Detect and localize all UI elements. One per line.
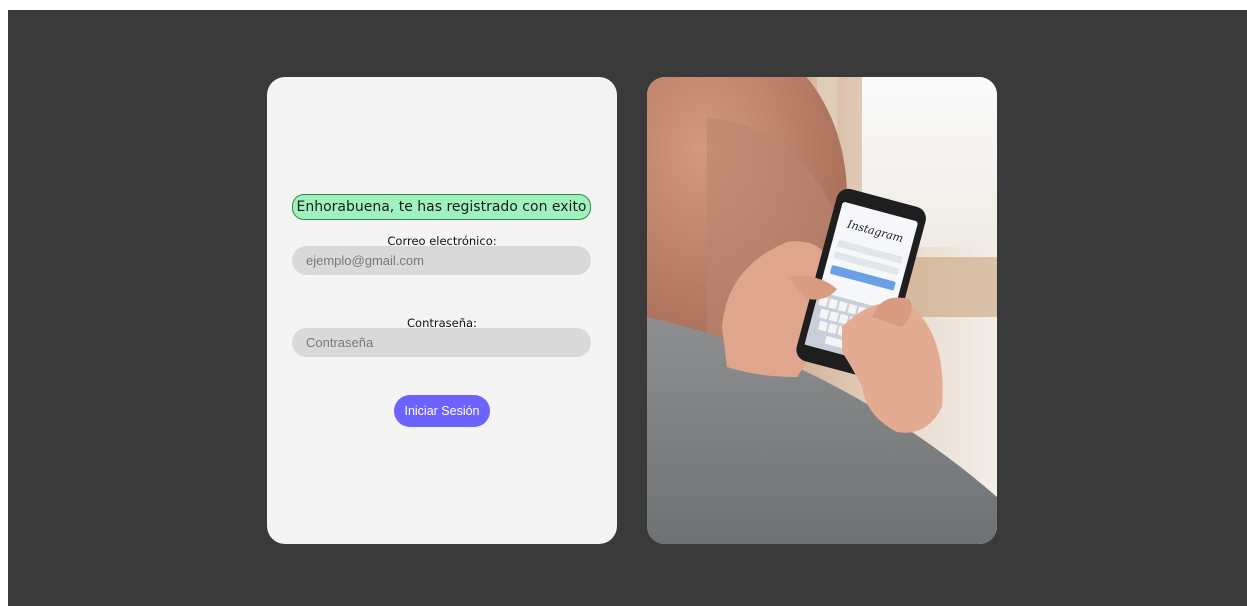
hero-photo: Instagram [647, 77, 997, 544]
email-input[interactable] [292, 246, 591, 275]
man-using-phone-image: Instagram [647, 77, 997, 544]
page-background: Enhorabuena, te has registrado con exito… [8, 10, 1247, 606]
success-message: Enhorabuena, te has registrado con exito [296, 199, 587, 215]
login-card: Enhorabuena, te has registrado con exito… [267, 77, 617, 544]
login-button[interactable]: Iniciar Sesión [394, 395, 490, 427]
success-banner: Enhorabuena, te has registrado con exito [292, 194, 591, 220]
password-input[interactable] [292, 328, 591, 357]
